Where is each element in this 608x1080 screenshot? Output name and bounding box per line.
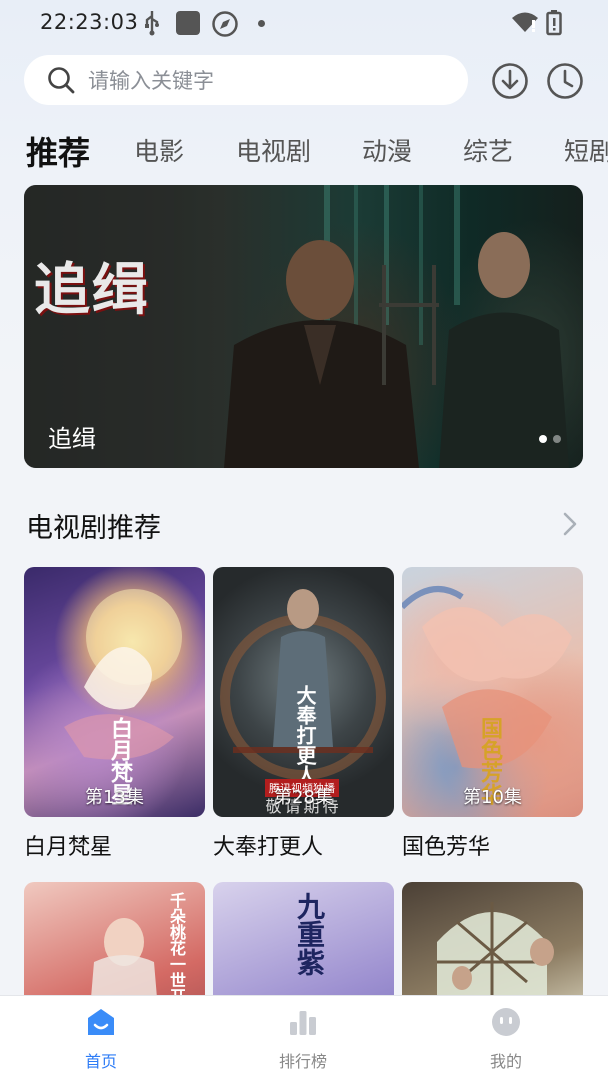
banner-artwork	[24, 185, 569, 468]
tab-anime[interactable]: 动漫	[362, 132, 412, 168]
profile-icon	[492, 1008, 520, 1036]
more-notifications-dot	[258, 20, 265, 27]
carousel-dot	[553, 435, 561, 443]
bottom-navigation: 首页 排行榜 我的	[0, 995, 608, 1080]
search-input[interactable]: 请输入关键字	[24, 55, 468, 105]
nav-label: 我的	[489, 1052, 522, 1071]
poster-title: 大奉打更人	[293, 685, 317, 785]
drama-card[interactable]: 国色芳华 第10集 国色芳华	[402, 567, 583, 861]
usb-icon	[145, 11, 159, 36]
banner-carousel[interactable]: 追缉 追缉	[24, 185, 583, 468]
episode-label: 第10集	[463, 787, 522, 808]
poster-title: 九重紫	[293, 892, 326, 976]
section-title: 电视剧推荐	[26, 513, 161, 544]
compass-icon	[212, 11, 238, 37]
tab-movies[interactable]: 电影	[134, 132, 184, 168]
carousel-dot-active	[539, 435, 547, 443]
tab-short-drama[interactable]: 短剧	[564, 132, 608, 168]
card-title: 国色芳华	[402, 835, 491, 860]
history-icon[interactable]	[546, 62, 584, 100]
carousel-indicator	[539, 435, 561, 443]
download-icon[interactable]	[491, 62, 529, 100]
episode-label: 第28集	[274, 787, 333, 808]
wifi-icon	[512, 12, 538, 32]
drama-card[interactable]: 大奉打更人 腾讯视频独播 敬请期待 第28集 大奉打更人	[213, 567, 394, 861]
banner-caption: 追缉	[48, 425, 96, 453]
poster-title: 千朵桃花一世开	[167, 892, 186, 1004]
status-time: 22:23:03	[40, 10, 139, 34]
banner-logo: 追缉	[34, 257, 150, 323]
drama-card[interactable]: 白月梵星 第13集 白月梵星	[24, 567, 205, 861]
nav-profile[interactable]: 我的	[446, 1006, 566, 1072]
battery-icon	[546, 10, 562, 36]
search-placeholder: 请输入关键字	[88, 69, 214, 93]
episode-label: 第13集	[85, 787, 144, 808]
nav-label: 首页	[84, 1052, 117, 1071]
tab-variety[interactable]: 综艺	[463, 132, 513, 168]
home-icon	[88, 1009, 114, 1035]
chevron-right-icon[interactable]	[560, 510, 580, 538]
ranking-icon	[290, 1011, 316, 1035]
status-bar: 22:23:03	[0, 0, 608, 48]
poster-image: 白月梵星 第13集	[24, 567, 205, 817]
nav-ranking[interactable]: 排行榜	[243, 1006, 363, 1072]
category-tabs: 推荐 电影 电视剧 动漫 综艺 短剧	[0, 124, 608, 178]
card-title: 白月梵星	[24, 835, 113, 860]
search-icon	[48, 67, 75, 94]
app-notification-icon	[176, 11, 200, 35]
nav-home[interactable]: 首页	[41, 1006, 161, 1072]
tab-recommend[interactable]: 推荐	[26, 128, 90, 174]
tab-tv-series[interactable]: 电视剧	[236, 132, 311, 168]
poster-image: 国色芳华 第10集	[402, 567, 583, 817]
card-title: 大奉打更人	[213, 835, 324, 860]
nav-label: 排行榜	[278, 1052, 327, 1071]
poster-image: 大奉打更人 腾讯视频独播 敬请期待 第28集	[213, 567, 394, 817]
